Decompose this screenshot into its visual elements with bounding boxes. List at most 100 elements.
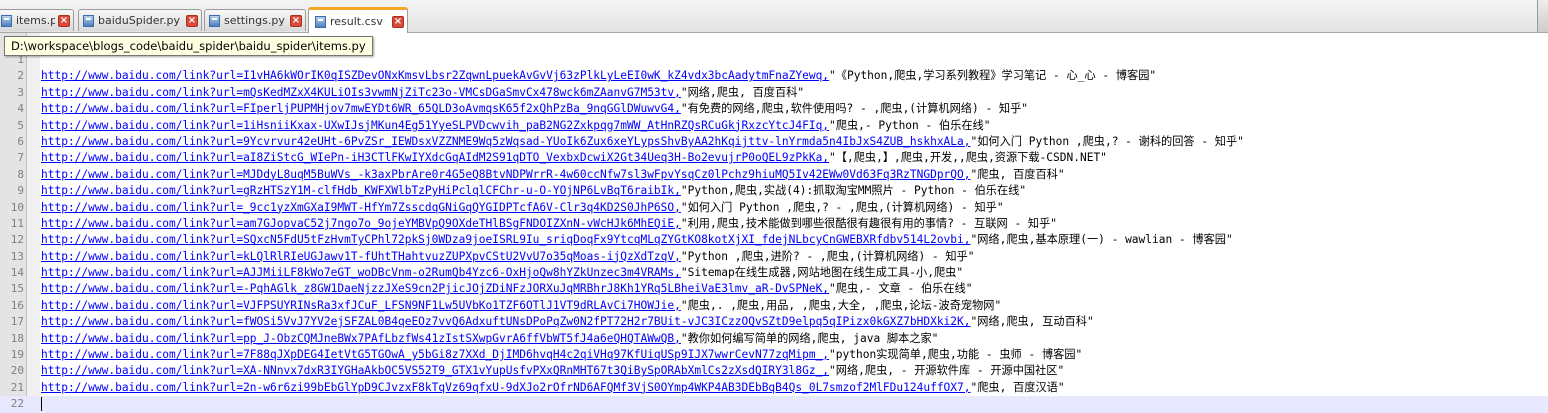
editor-line[interactable]: 14 http://www.baidu.com/link?url=AJJMiiLF…: [0, 265, 1548, 281]
line-number: 14: [10, 266, 24, 280]
editor-line[interactable]: 7 http://www.baidu.com/link?url=aI8ZiStcG…: [0, 150, 1548, 166]
result-url-link[interactable]: http://www.baidu.com/link?url=1iHsniiKxa…: [41, 119, 829, 132]
line-text: http://www.baidu.com/link?url=kLQlRlRIeU…: [41, 249, 975, 265]
line-text: http://www.baidu.com/link?url=9Ycvrvur42…: [41, 134, 1244, 150]
editor-line[interactable]: 3 http://www.baidu.com/link?url=mQsKedMZx…: [0, 85, 1548, 101]
editor-line[interactable]: 6 http://www.baidu.com/link?url=9Ycvrvur4…: [0, 134, 1548, 150]
line-text: http://www.baidu.com/link?url=1iHsniiKxa…: [41, 118, 990, 134]
line-number: 16: [10, 298, 24, 312]
close-icon[interactable]: ×: [58, 14, 70, 27]
editor-line[interactable]: 13 http://www.baidu.com/link?url=kLQlRlRI…: [0, 249, 1548, 265]
line-number: 19: [10, 348, 24, 362]
result-url-link[interactable]: http://www.baidu.com/link?url=MJDdyL8uqM…: [41, 168, 971, 181]
editor-line[interactable]: 18 http://www.baidu.com/link?url=pp_J-Obz…: [0, 331, 1548, 347]
file-icon: [315, 15, 326, 28]
result-url-link[interactable]: http://www.baidu.com/link?url=-PqhAGlk_z…: [41, 282, 829, 295]
line-text: http://www.baidu.com/link?url=I1vHA6kWOr…: [41, 68, 1156, 84]
result-url-link[interactable]: http://www.baidu.com/link?url=_9cc1yzXmG…: [41, 201, 681, 214]
editor-line[interactable]: 4 http://www.baidu.com/link?url=FIperljPU…: [0, 101, 1548, 117]
result-url-link[interactable]: http://www.baidu.com/link?url=aI8ZiStcG_…: [41, 151, 829, 164]
result-title-text: "Sitemap在线生成器,网站地图在线生成工具-小,爬虫": [680, 266, 964, 280]
tab-result-csv[interactable]: result.csv ×: [308, 7, 408, 33]
result-title-text: "《Python,爬虫,学习系列教程》学习笔记 - 心_心 - 博客园": [829, 69, 1157, 83]
result-url-link[interactable]: http://www.baidu.com/link?url=pp_J-ObzCQ…: [41, 332, 681, 345]
line-number: 17: [10, 315, 24, 329]
result-url-link[interactable]: http://www.baidu.com/link?url=kLQlRlRIeU…: [41, 250, 681, 263]
editor-line[interactable]: 22: [0, 396, 1548, 413]
result-title-text: "网络,爬虫, - 开源软件库 - 开源中国社区": [829, 364, 1065, 378]
line-text: http://www.baidu.com/link?url=-PqhAGlk_z…: [41, 281, 972, 297]
line-text: http://www.baidu.com/link?url=aI8ZiStcG_…: [41, 150, 1107, 166]
result-title-text: "网络,爬虫, 互动百科": [970, 315, 1094, 329]
tab-bar-edge: [1537, 0, 1548, 32]
line-text: http://www.baidu.com/link?url=2n-w6r6zi9…: [41, 380, 1065, 396]
result-url-link[interactable]: http://www.baidu.com/link?url=XA-NNnvx7d…: [41, 364, 829, 377]
file-icon: [83, 14, 94, 27]
result-url-link[interactable]: http://www.baidu.com/link?url=FIperljPUP…: [41, 102, 681, 115]
result-url-link[interactable]: http://www.baidu.com/link?url=2n-w6r6zi9…: [41, 381, 971, 394]
editor-line[interactable]: 15 http://www.baidu.com/link?url=-PqhAGlk…: [0, 281, 1548, 297]
text-editor[interactable]: 1 2 http://www.baidu.com/link?url=I1vHA6kW…: [0, 33, 1548, 413]
line-number: 10: [10, 200, 24, 214]
line-number: 5: [17, 118, 24, 132]
tab-settings-py[interactable]: settings.py ×: [204, 9, 306, 31]
line-number: 12: [10, 233, 24, 247]
editor-lines: 1 2 http://www.baidu.com/link?url=I1vHA6kW…: [0, 52, 1548, 413]
file-icon: [209, 14, 220, 27]
line-number: 3: [17, 85, 24, 99]
tab-bar: items.py × baiduSpider.py × settings.py …: [0, 0, 1548, 33]
result-url-link[interactable]: http://www.baidu.com/link?url=7F88qJXpDE…: [41, 348, 829, 361]
editor-line[interactable]: 2 http://www.baidu.com/link?url=I1vHA6kWO…: [0, 68, 1548, 84]
editor-line[interactable]: 16 http://www.baidu.com/link?url=VJFPSUYR…: [0, 298, 1548, 314]
result-url-link[interactable]: http://www.baidu.com/link?url=gRzHTSzY1M…: [41, 184, 681, 197]
line-number: 8: [17, 167, 24, 181]
result-title-text: "Python ,爬虫,进阶? - ,爬虫,(计算机网络) - 知乎": [680, 249, 975, 263]
editor-line[interactable]: 5 http://www.baidu.com/link?url=1iHsniiKx…: [0, 118, 1548, 134]
editor-line[interactable]: 17 http://www.baidu.com/link?url=fWOSi5Vv…: [0, 314, 1548, 330]
editor-line[interactable]: 12 http://www.baidu.com/link?url=SQxcN5Fd…: [0, 232, 1548, 248]
line-text: http://www.baidu.com/link?url=mQsKedMZxX…: [41, 85, 804, 101]
result-url-link[interactable]: http://www.baidu.com/link?url=am7GJopvaC…: [41, 217, 681, 230]
line-number: 11: [10, 216, 24, 230]
tab-baiduspider-py[interactable]: baiduSpider.py ×: [78, 9, 202, 31]
result-title-text: "Python,爬虫,实战(4):抓取淘宝MM照片 - Python - 伯乐在…: [680, 184, 1027, 198]
file-icon: [1, 14, 12, 27]
close-icon[interactable]: ×: [290, 14, 302, 27]
result-title-text: "利用,爬虫,技术能做到哪些很酷很有趣很有用的事情? - 互联网 - 知乎": [680, 216, 1058, 230]
editor-line[interactable]: 9 http://www.baidu.com/link?url=gRzHTSzY1…: [0, 183, 1548, 199]
result-url-link[interactable]: http://www.baidu.com/link?url=mQsKedMZxX…: [41, 86, 681, 99]
line-text: http://www.baidu.com/link?url=VJFPSUYRIN…: [41, 298, 1001, 314]
result-url-link[interactable]: http://www.baidu.com/link?url=I1vHA6kWOr…: [41, 69, 829, 82]
line-number: 13: [10, 249, 24, 263]
editor-line[interactable]: 10 http://www.baidu.com/link?url=_9cc1yzX…: [0, 200, 1548, 216]
close-icon[interactable]: ×: [186, 14, 198, 27]
tab-items-py[interactable]: items.py ×: [0, 9, 74, 31]
tab-label: result.csv: [330, 15, 383, 28]
result-title-text: "爬虫,- 文章 - 伯乐在线": [829, 282, 973, 296]
result-title-text: "如何入门 Python ,爬虫,? - 谢科的回答 - 知乎": [970, 134, 1244, 148]
close-icon[interactable]: ×: [392, 15, 404, 28]
result-url-link[interactable]: http://www.baidu.com/link?url=SQxcN5FdU5…: [41, 233, 971, 246]
result-title-text: "爬虫, 百度百科": [970, 167, 1065, 181]
line-number: 18: [10, 331, 24, 345]
result-title-text: "网络,爬虫,基本原理(一) - wawlian - 博客园": [970, 233, 1233, 247]
result-url-link[interactable]: http://www.baidu.com/link?url=9Ycvrvur42…: [41, 135, 971, 148]
result-title-text: "爬虫,. ,爬虫,用品, ,爬虫,大全, ,爬虫,论坛-波奇宠物网": [680, 298, 1002, 312]
tab-label: items.py: [16, 14, 55, 27]
result-url-link[interactable]: http://www.baidu.com/link?url=fWOSi5VvJ7…: [41, 315, 971, 328]
result-url-link[interactable]: http://www.baidu.com/link?url=AJJMiiLF8k…: [41, 266, 681, 279]
editor-line[interactable]: 20 http://www.baidu.com/link?url=XA-NNnvx…: [0, 363, 1548, 379]
result-title-text: "python实现简单,爬虫,功能 - 虫师 - 博客园": [829, 348, 1083, 362]
line-number: 4: [17, 102, 24, 116]
editor-line[interactable]: 8 http://www.baidu.com/link?url=MJDdyL8uq…: [0, 167, 1548, 183]
line-text: http://www.baidu.com/link?url=fWOSi5VvJ7…: [41, 314, 1094, 330]
editor-line[interactable]: 11 http://www.baidu.com/link?url=am7GJopv…: [0, 216, 1548, 232]
editor-line[interactable]: 21 http://www.baidu.com/link?url=2n-w6r6z…: [0, 380, 1548, 396]
editor-line[interactable]: 19 http://www.baidu.com/link?url=7F88qJXp…: [0, 347, 1548, 363]
tab-label: settings.py: [224, 14, 285, 27]
line-number: 21: [10, 380, 24, 394]
line-text: http://www.baidu.com/link?url=pp_J-ObzCQ…: [41, 331, 938, 347]
result-url-link[interactable]: http://www.baidu.com/link?url=VJFPSUYRIN…: [41, 299, 681, 312]
line-number: 15: [10, 282, 24, 296]
text-cursor: [41, 397, 42, 412]
